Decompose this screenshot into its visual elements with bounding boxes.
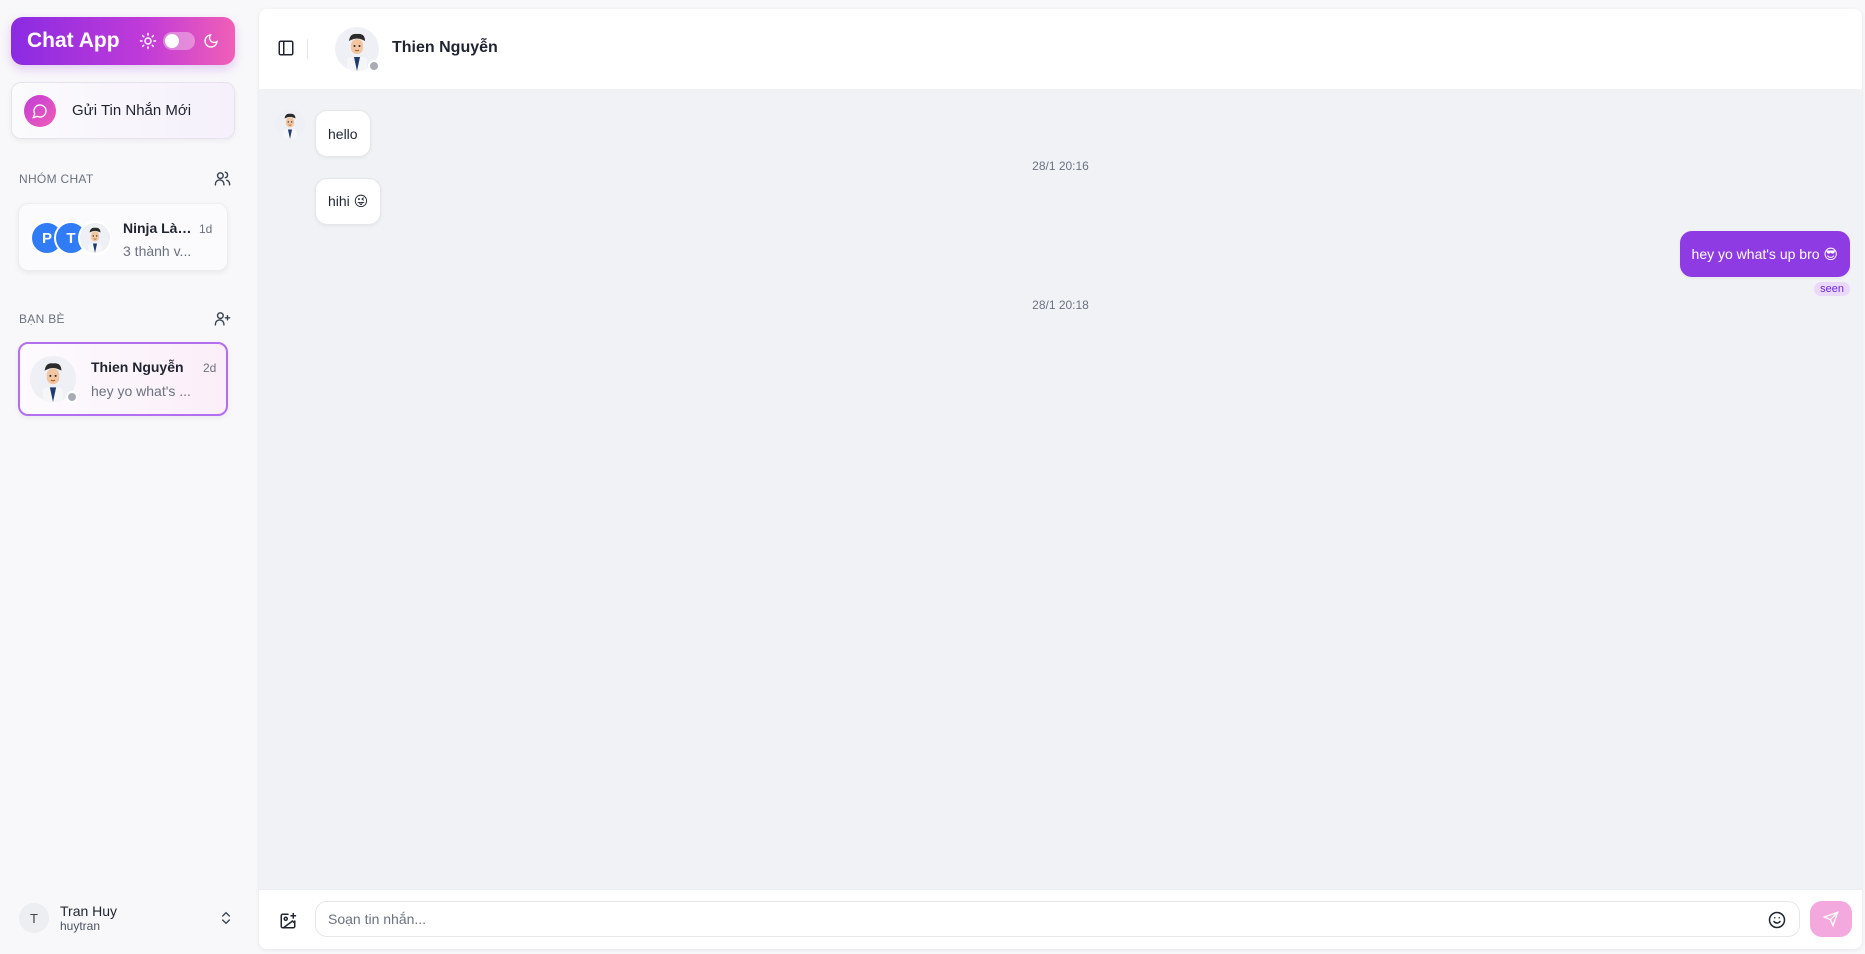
send-button[interactable] (1810, 901, 1852, 937)
seen-badge: seen (1814, 282, 1850, 296)
message-circle-icon (24, 94, 56, 127)
theme-toggle[interactable] (163, 32, 195, 50)
group-subtitle: 3 thành v... (123, 243, 192, 259)
message-input[interactable] (315, 901, 1800, 937)
message-bubble-incoming: hihi 😜 (315, 178, 382, 225)
friend-item[interactable]: Thien Nguyễn 2d hey yo what's ... (18, 342, 228, 416)
chat-panel: Thien Nguyễn hello 28/1 20:16 hihi 😜 hey… (259, 9, 1862, 949)
avatar (78, 221, 112, 255)
contact-name: Thien Nguyễn (392, 39, 498, 56)
avatar: T (19, 903, 49, 933)
chat-header: Thien Nguyễn (259, 9, 1862, 89)
current-user[interactable]: T Tran Huy huytran (19, 900, 234, 936)
group-time: 1d (199, 222, 213, 236)
friend-name: Thien Nguyễn (91, 359, 184, 375)
groups-section-header: NHÓM CHAT (19, 170, 231, 187)
groups-heading: NHÓM CHAT (19, 171, 94, 186)
message-timestamp: 28/1 20:16 (1032, 159, 1089, 173)
message-composer (259, 889, 1862, 949)
friends-heading: BẠN BÈ (19, 311, 65, 326)
users-icon[interactable] (214, 170, 231, 187)
avatar (275, 109, 305, 139)
panel-left-icon[interactable] (277, 39, 295, 57)
status-dot (66, 391, 78, 403)
send-icon (1823, 911, 1839, 927)
sidebar: Chat App Gửi Tin Nhắn Mới NHÓM CHAT P T … (0, 0, 257, 954)
moon-icon (204, 34, 218, 48)
friends-section-header: BẠN BÈ (19, 310, 231, 327)
user-plus-icon[interactable] (214, 310, 231, 327)
divider (307, 39, 308, 59)
message-timestamp: 28/1 20:18 (1032, 298, 1089, 312)
app-title: Chat App (27, 29, 120, 52)
sun-icon (139, 32, 157, 50)
message-bubble-incoming: hello (315, 110, 371, 157)
user-names: Tran Huy huytran (60, 903, 218, 933)
message-bubble-outgoing: hey yo what's up bro 😎 (1679, 231, 1850, 277)
new-message-label: Gửi Tin Nhắn Mới (72, 102, 192, 119)
user-name: Tran Huy (60, 903, 118, 919)
friend-last-message: hey yo what's ... (91, 383, 191, 399)
smile-icon[interactable] (1768, 911, 1786, 929)
group-avatars: P T (30, 221, 112, 255)
brand-header: Chat App (11, 17, 235, 65)
chevrons-up-down-icon[interactable] (218, 910, 234, 926)
status-dot (368, 60, 380, 72)
image-plus-icon[interactable] (279, 912, 297, 930)
friend-time: 2d (203, 361, 217, 375)
new-message-button[interactable]: Gửi Tin Nhắn Mới (11, 82, 235, 139)
group-chat-item[interactable]: P T Ninja Làn... 1d 3 thành v... (18, 203, 228, 271)
group-name: Ninja Làn... (123, 220, 193, 236)
user-handle: huytran (60, 919, 101, 933)
